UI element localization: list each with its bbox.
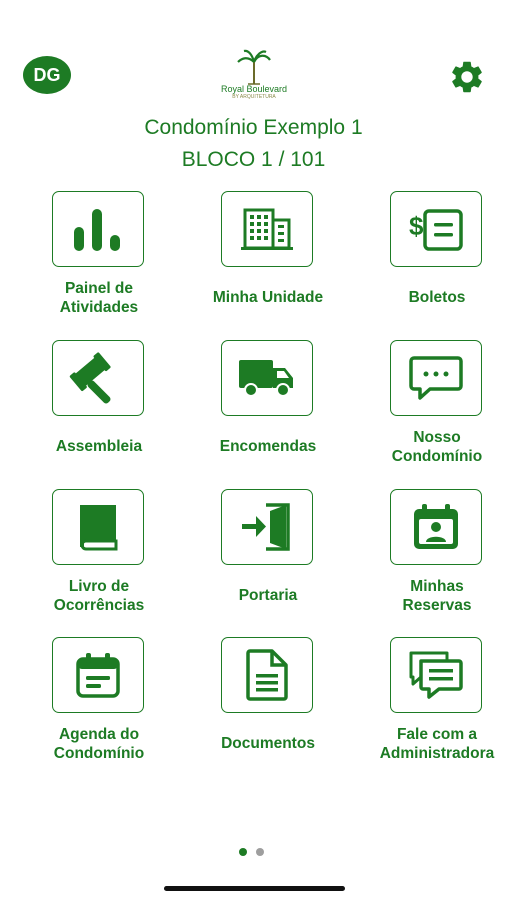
svg-text:$: $	[409, 211, 424, 241]
menu-tile-box	[390, 489, 482, 565]
condominium-name: Condomínio Exemplo 1	[144, 116, 363, 139]
menu-tile-box	[390, 340, 482, 416]
royal-boulevard-logo: Royal Boulevard BY ARQUITETURA	[218, 48, 290, 104]
avatar[interactable]: DG	[23, 56, 71, 94]
menu-item-assembleia[interactable]: Assembleia	[19, 340, 179, 475]
page-dot-active[interactable]	[239, 848, 247, 856]
menu-item-label: Assembleia	[55, 438, 143, 455]
building-icon	[241, 208, 293, 250]
menu-tile-box	[52, 340, 144, 416]
calendar-icon	[76, 653, 120, 698]
menu-tile-box	[390, 637, 482, 713]
menu-item-label: Fale com a Administradora	[379, 726, 495, 762]
gavel-icon	[69, 352, 111, 404]
door-enter-icon	[242, 503, 290, 551]
menu-item-label: Nosso Condomínio	[391, 429, 483, 465]
gear-icon[interactable]	[448, 58, 486, 96]
menu-item-label: Portaria	[238, 587, 298, 604]
menu-item-encomendas[interactable]: Encomendas	[188, 340, 348, 475]
page-indicator[interactable]	[239, 843, 273, 861]
calendar-user-icon	[414, 504, 458, 549]
menu-item-painel-de-atividades[interactable]: Painel de Atividades	[19, 191, 179, 326]
menu-tile-box	[221, 489, 313, 565]
menu-item-label: Documentos	[221, 735, 315, 752]
logo-tagline: BY ARQUITETURA	[232, 94, 276, 100]
document-icon	[246, 649, 288, 701]
messages-icon	[409, 651, 463, 699]
menu-item-documentos[interactable]: Documentos	[188, 637, 348, 772]
menu-tile-box	[221, 191, 313, 267]
menu-item-livro-de-ocorrencias[interactable]: Livro de Ocorrências	[19, 489, 179, 624]
menu-item-boletos[interactable]: $ Boletos	[357, 191, 507, 326]
menu-item-minha-unidade[interactable]: Minha Unidade	[188, 191, 348, 326]
truck-icon	[239, 360, 293, 397]
book-icon	[80, 505, 118, 551]
home-indicator[interactable]	[164, 886, 345, 891]
menu-item-label: Livro de Ocorrências	[53, 578, 145, 614]
menu-item-portaria[interactable]: Portaria	[188, 489, 348, 624]
menu-item-label: Boletos	[408, 289, 466, 306]
menu-item-label: Encomendas	[219, 438, 317, 455]
bar-chart-icon	[74, 209, 120, 251]
menu-tile-box	[52, 191, 144, 267]
menu-item-label: Minha Unidade	[212, 289, 324, 306]
page-dot-inactive[interactable]	[256, 848, 264, 856]
menu-item-fale-com-a-administradora[interactable]: Fale com a Administradora	[357, 637, 507, 772]
menu-item-minhas-reservas[interactable]: Minhas Reservas	[357, 489, 507, 624]
menu-tile-box	[52, 637, 144, 713]
menu-item-agenda-do-condominio[interactable]: Agenda do Condomínio	[19, 637, 179, 772]
menu-tile-box: $	[390, 191, 482, 267]
unit-label: BLOCO 1 / 101	[181, 148, 326, 171]
menu-item-label: Painel de Atividades	[59, 280, 139, 316]
menu-item-label: Agenda do Condomínio	[53, 726, 145, 762]
menu-item-label: Minhas Reservas	[402, 578, 472, 614]
menu-tile-box	[221, 340, 313, 416]
logo-brand-name: Royal Boulevard	[220, 84, 288, 94]
chat-bubble-icon	[409, 356, 463, 400]
palm-tree-logo-icon	[237, 49, 271, 85]
menu-item-nosso-condominio[interactable]: Nosso Condomínio	[357, 340, 507, 475]
menu-tile-box	[52, 489, 144, 565]
bill-icon: $	[409, 209, 463, 251]
menu-tile-box	[221, 637, 313, 713]
